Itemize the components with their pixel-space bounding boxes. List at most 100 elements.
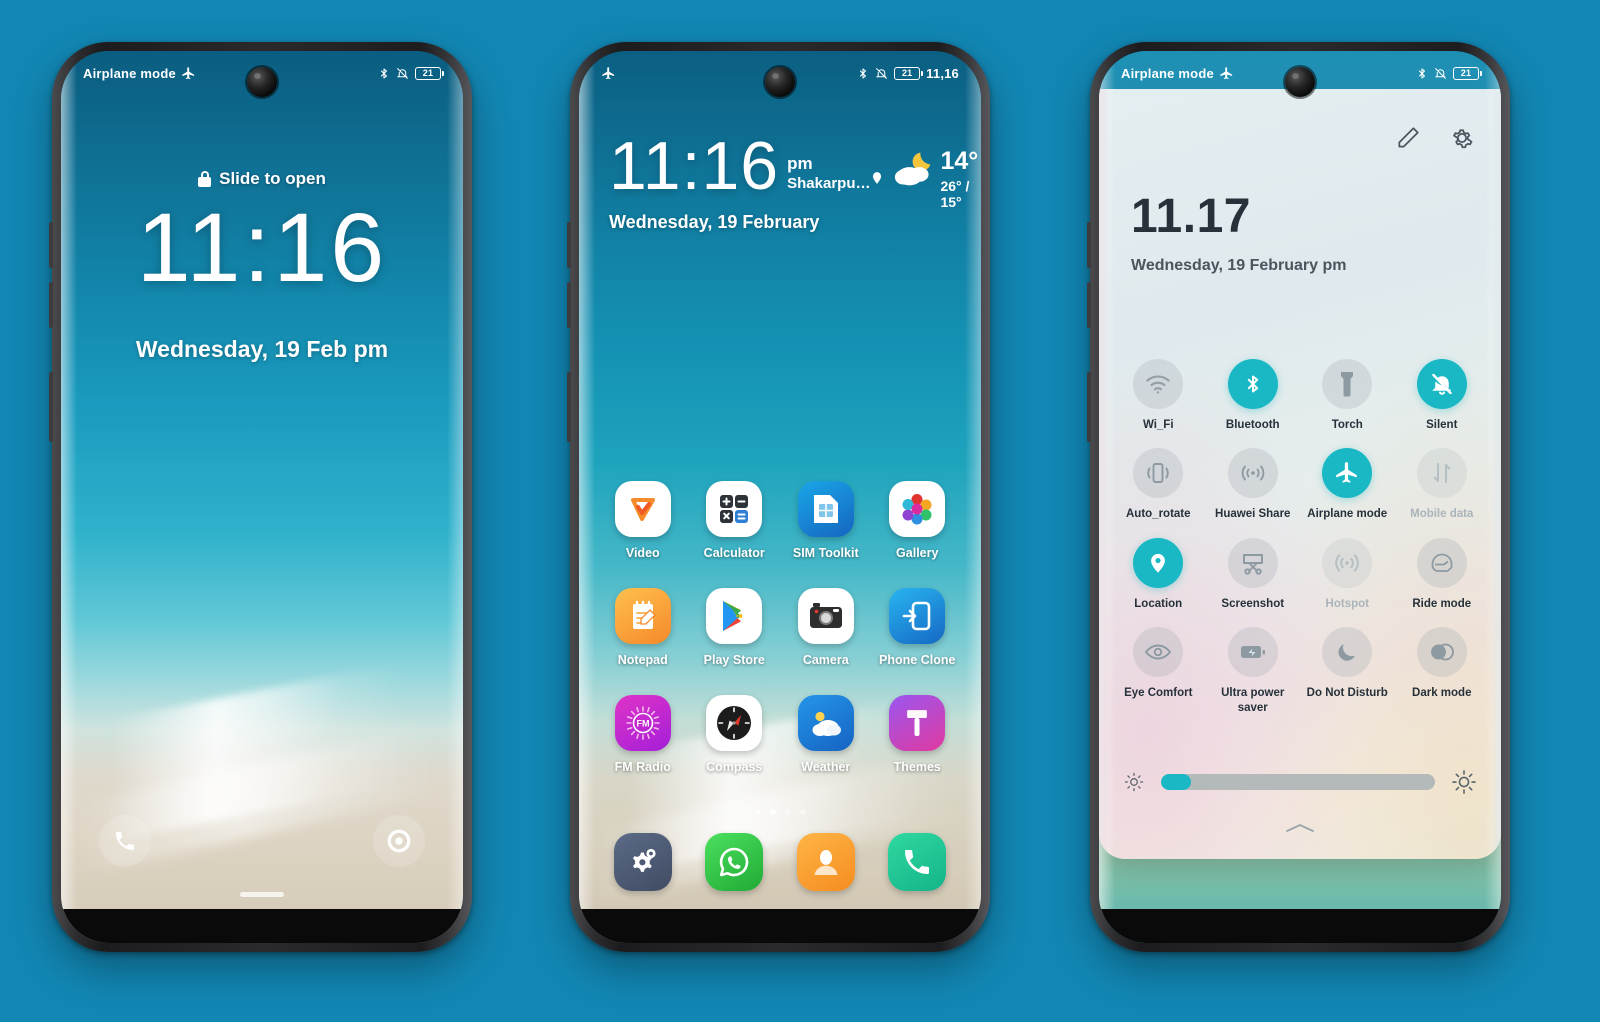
page-indicator[interactable] xyxy=(579,809,981,815)
tile-auto-rotate[interactable]: Auto_rotate xyxy=(1111,448,1206,521)
location-pin-icon xyxy=(870,169,884,187)
app-themes[interactable]: Themes xyxy=(872,695,964,774)
dock-item-whatsapp[interactable] xyxy=(689,833,781,891)
app-label: Video xyxy=(625,546,660,560)
home-date: Wednesday, 19 February xyxy=(609,212,820,232)
tile-dark-mode[interactable]: Dark mode xyxy=(1395,627,1490,715)
bluetooth-icon xyxy=(378,66,390,81)
weather-icon xyxy=(797,695,854,751)
app-fm-radio[interactable]: FM FM Radio xyxy=(597,695,689,774)
brightness-slider[interactable] xyxy=(1161,774,1435,790)
app-weather[interactable]: Weather xyxy=(780,695,872,774)
camera-shortcut[interactable] xyxy=(373,815,425,867)
app-gallery[interactable]: Gallery xyxy=(872,481,964,560)
flashlight-icon xyxy=(1322,359,1373,409)
tile-ride-mode[interactable]: Ride mode xyxy=(1395,537,1490,611)
mute-icon xyxy=(396,66,409,81)
phone-clone-icon xyxy=(889,588,946,644)
notepad-icon xyxy=(614,588,671,644)
slide-to-open-hint[interactable]: Slide to open xyxy=(61,169,463,189)
sim-card-icon xyxy=(797,481,854,537)
tile-torch[interactable]: Torch xyxy=(1300,359,1395,432)
lock-screen[interactable]: Airplane mode 21 Slide to open 11:16 Wed… xyxy=(61,51,463,943)
gear-icon[interactable] xyxy=(1449,125,1475,151)
tile-airplane-mode[interactable]: Airplane mode xyxy=(1300,448,1395,521)
airplane-icon xyxy=(181,66,196,81)
phone-quick-settings: Airplane mode 21 11.17 Wednesday, 19 Feb… xyxy=(1087,42,1510,952)
dock-item-contacts[interactable] xyxy=(780,833,872,891)
play-store-icon xyxy=(706,588,763,644)
app-video[interactable]: Video xyxy=(597,481,689,560)
dock-item-phone[interactable] xyxy=(872,833,964,891)
weather-widget[interactable]: 14° 26° / 15° xyxy=(870,149,978,210)
tile-huawei-share[interactable]: Huawei Share xyxy=(1206,448,1301,521)
app-label: SIM Toolkit xyxy=(792,546,859,560)
tile-mobile-data[interactable]: Mobile data xyxy=(1395,448,1490,521)
tile-location[interactable]: Location xyxy=(1111,537,1206,611)
tile-label: Ultra power saver xyxy=(1221,687,1285,714)
home-indicator[interactable] xyxy=(240,892,284,897)
tile-silent[interactable]: Silent xyxy=(1395,359,1490,432)
app-notepad[interactable]: Notepad xyxy=(597,588,689,667)
page-dot-active[interactable] xyxy=(769,809,776,815)
lock-clock: 11:16 xyxy=(136,193,388,302)
app-label: Gallery xyxy=(896,546,939,560)
helmet-icon xyxy=(1416,537,1467,588)
volume-down-button[interactable] xyxy=(49,282,53,328)
home-screen[interactable]: 21 11,16 11:16 pm Shakarpu… 14° 26° / 15… xyxy=(579,51,981,943)
tile-label: Ride mode xyxy=(1412,597,1472,610)
tile-wifi[interactable]: Wi_Fi xyxy=(1111,359,1206,432)
lock-date: Wednesday, 19 Feb pm xyxy=(135,336,389,362)
tile-do-not-disturb[interactable]: Do Not Disturb xyxy=(1300,627,1395,715)
panel-edge-left xyxy=(1099,89,1109,859)
tile-hotspot[interactable]: Hotspot xyxy=(1300,537,1395,611)
panel-edge-right xyxy=(1491,89,1501,859)
clock-weather-widget[interactable]: 11:16 pm Shakarpu… 14° 26° / 15° Wednesd… xyxy=(609,132,978,233)
pencil-icon[interactable] xyxy=(1395,125,1421,151)
power-button[interactable] xyxy=(1087,372,1091,442)
page-dot[interactable] xyxy=(784,809,791,815)
tile-label: Wi_Fi xyxy=(1142,419,1174,431)
volume-up-button[interactable] xyxy=(567,222,571,268)
app-phone-clone[interactable]: Phone Clone xyxy=(872,588,964,667)
tile-label: Auto_rotate xyxy=(1125,508,1191,521)
wifi-icon xyxy=(1133,359,1184,409)
mute-icon xyxy=(875,66,888,81)
bell-mute-icon xyxy=(1416,359,1467,409)
power-button[interactable] xyxy=(49,372,53,442)
tile-label: Torch xyxy=(1331,419,1363,431)
app-compass[interactable]: Compass xyxy=(689,695,781,774)
screenshot-icon xyxy=(1227,537,1278,588)
page-dot[interactable] xyxy=(799,809,806,815)
tile-label: Huawei Share xyxy=(1215,508,1291,521)
brightness-control[interactable] xyxy=(1123,769,1477,795)
moon-cloud-icon xyxy=(892,149,936,189)
volume-up-button[interactable] xyxy=(49,222,53,268)
power-button[interactable] xyxy=(567,372,571,442)
dock-item-settings[interactable] xyxy=(597,833,689,891)
volume-down-button[interactable] xyxy=(567,282,571,328)
home-location: Shakarpu… xyxy=(787,174,871,192)
page-dot[interactable] xyxy=(754,809,761,815)
app-sim-toolkit[interactable]: SIM Toolkit xyxy=(780,481,872,560)
tile-eye-comfort[interactable]: Eye Comfort xyxy=(1111,627,1206,715)
app-camera[interactable]: Camera xyxy=(780,588,872,667)
collapse-panel-handle[interactable] xyxy=(1283,821,1317,835)
tile-label: Mobile data xyxy=(1410,508,1474,521)
volume-down-button[interactable] xyxy=(1087,282,1091,328)
airplane-icon xyxy=(1322,448,1373,499)
volume-up-button[interactable] xyxy=(1087,222,1091,268)
app-calculator[interactable]: Calculator xyxy=(689,481,781,560)
tile-screenshot[interactable]: Screenshot xyxy=(1206,537,1301,611)
tile-label: Location xyxy=(1134,597,1183,610)
phone-shortcut[interactable] xyxy=(99,815,151,867)
camera-icon xyxy=(797,588,854,644)
tile-bluetooth[interactable]: Bluetooth xyxy=(1206,359,1301,432)
brightness-high-icon xyxy=(1451,769,1477,795)
app-play-store[interactable]: Play Store xyxy=(689,588,781,667)
eye-icon xyxy=(1133,627,1184,678)
quick-settings-screen[interactable]: Airplane mode 21 11.17 Wednesday, 19 Feb… xyxy=(1099,51,1501,943)
app-label: Calculator xyxy=(703,546,765,560)
tile-ultra-power-saver[interactable]: Ultra power saver xyxy=(1206,627,1301,715)
themes-icon xyxy=(889,695,946,751)
